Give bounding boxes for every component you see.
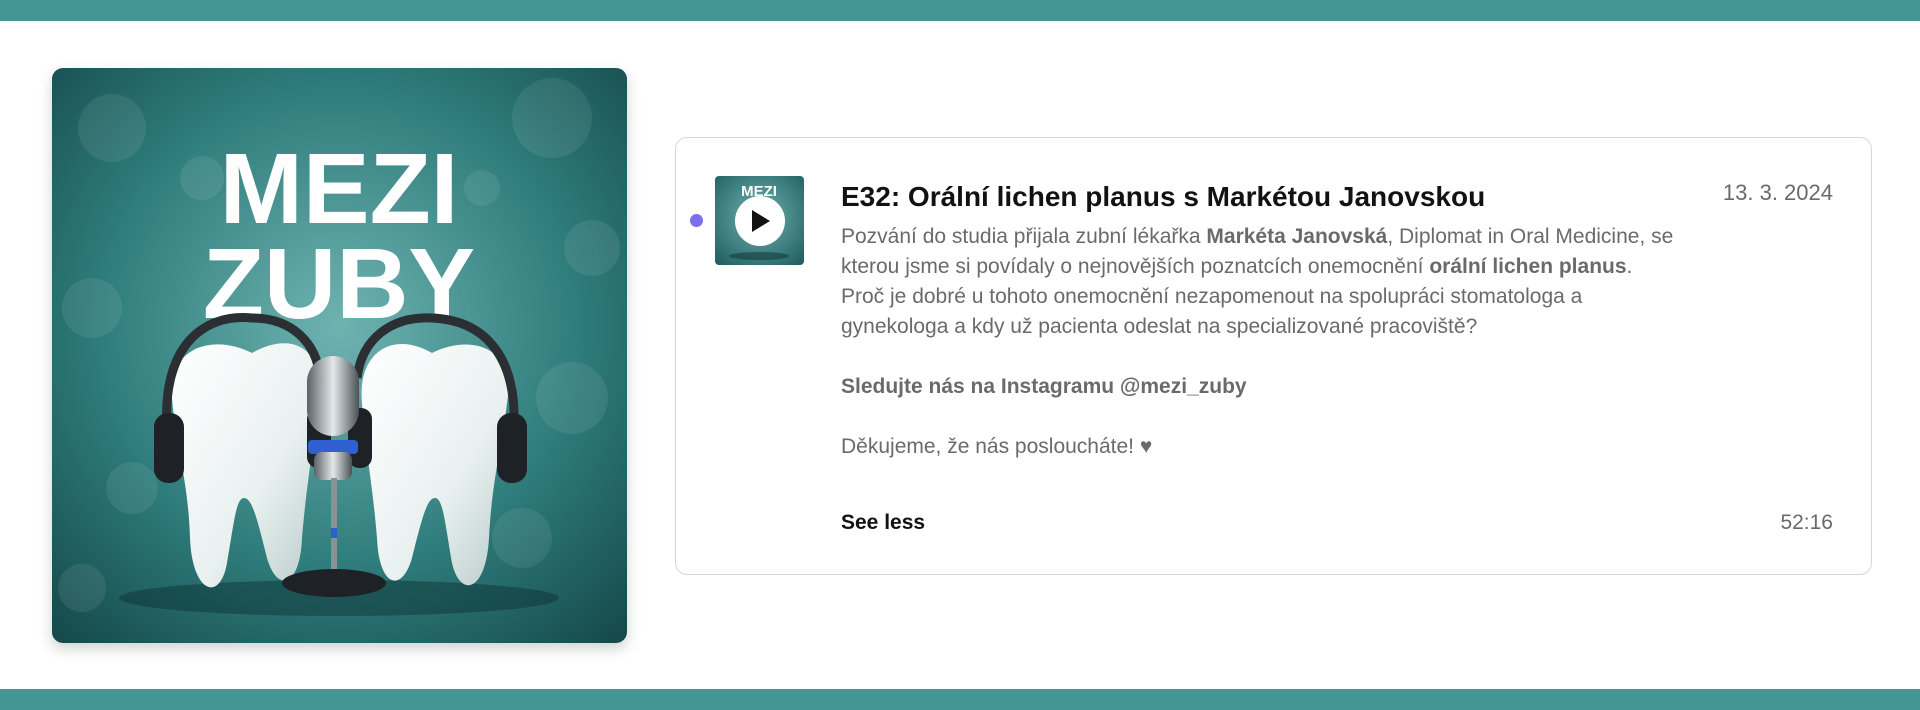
play-button[interactable] <box>735 196 785 246</box>
see-less-button[interactable]: See less <box>841 508 925 538</box>
bottom-color-band <box>0 689 1920 710</box>
episode-date: 13. 3. 2024 <box>1722 180 1833 205</box>
podcast-cover-art: MEZI ZUBY <box>52 68 627 643</box>
top-color-band <box>0 0 1920 21</box>
episode-title[interactable]: E32: Orální lichen planus s Markétou Jan… <box>841 178 1721 216</box>
episode-duration: 52:16 <box>1780 511 1833 534</box>
episode-card[interactable]: MEZI E32: Orální lichen planus s Markéto… <box>675 137 1872 575</box>
thanks-line: Děkujeme, že nás posloucháte! ♥ <box>841 435 1153 458</box>
episode-description: Pozvání do studia přijala zubní lékařka … <box>841 222 1681 462</box>
guest-name: Markéta Janovská <box>1206 225 1388 248</box>
episode-thumbnail[interactable]: MEZI <box>715 176 804 265</box>
instagram-callout: Sledujte nás na Instagramu @mezi_zuby <box>841 375 1247 398</box>
unplayed-indicator <box>690 214 703 227</box>
play-icon <box>752 210 770 232</box>
topic-highlight: orální lichen planus <box>1429 255 1627 278</box>
description-paragraph-1: Pozvání do studia přijala zubní lékařka … <box>841 225 1674 338</box>
cover-title-line2: ZUBY <box>203 228 475 340</box>
